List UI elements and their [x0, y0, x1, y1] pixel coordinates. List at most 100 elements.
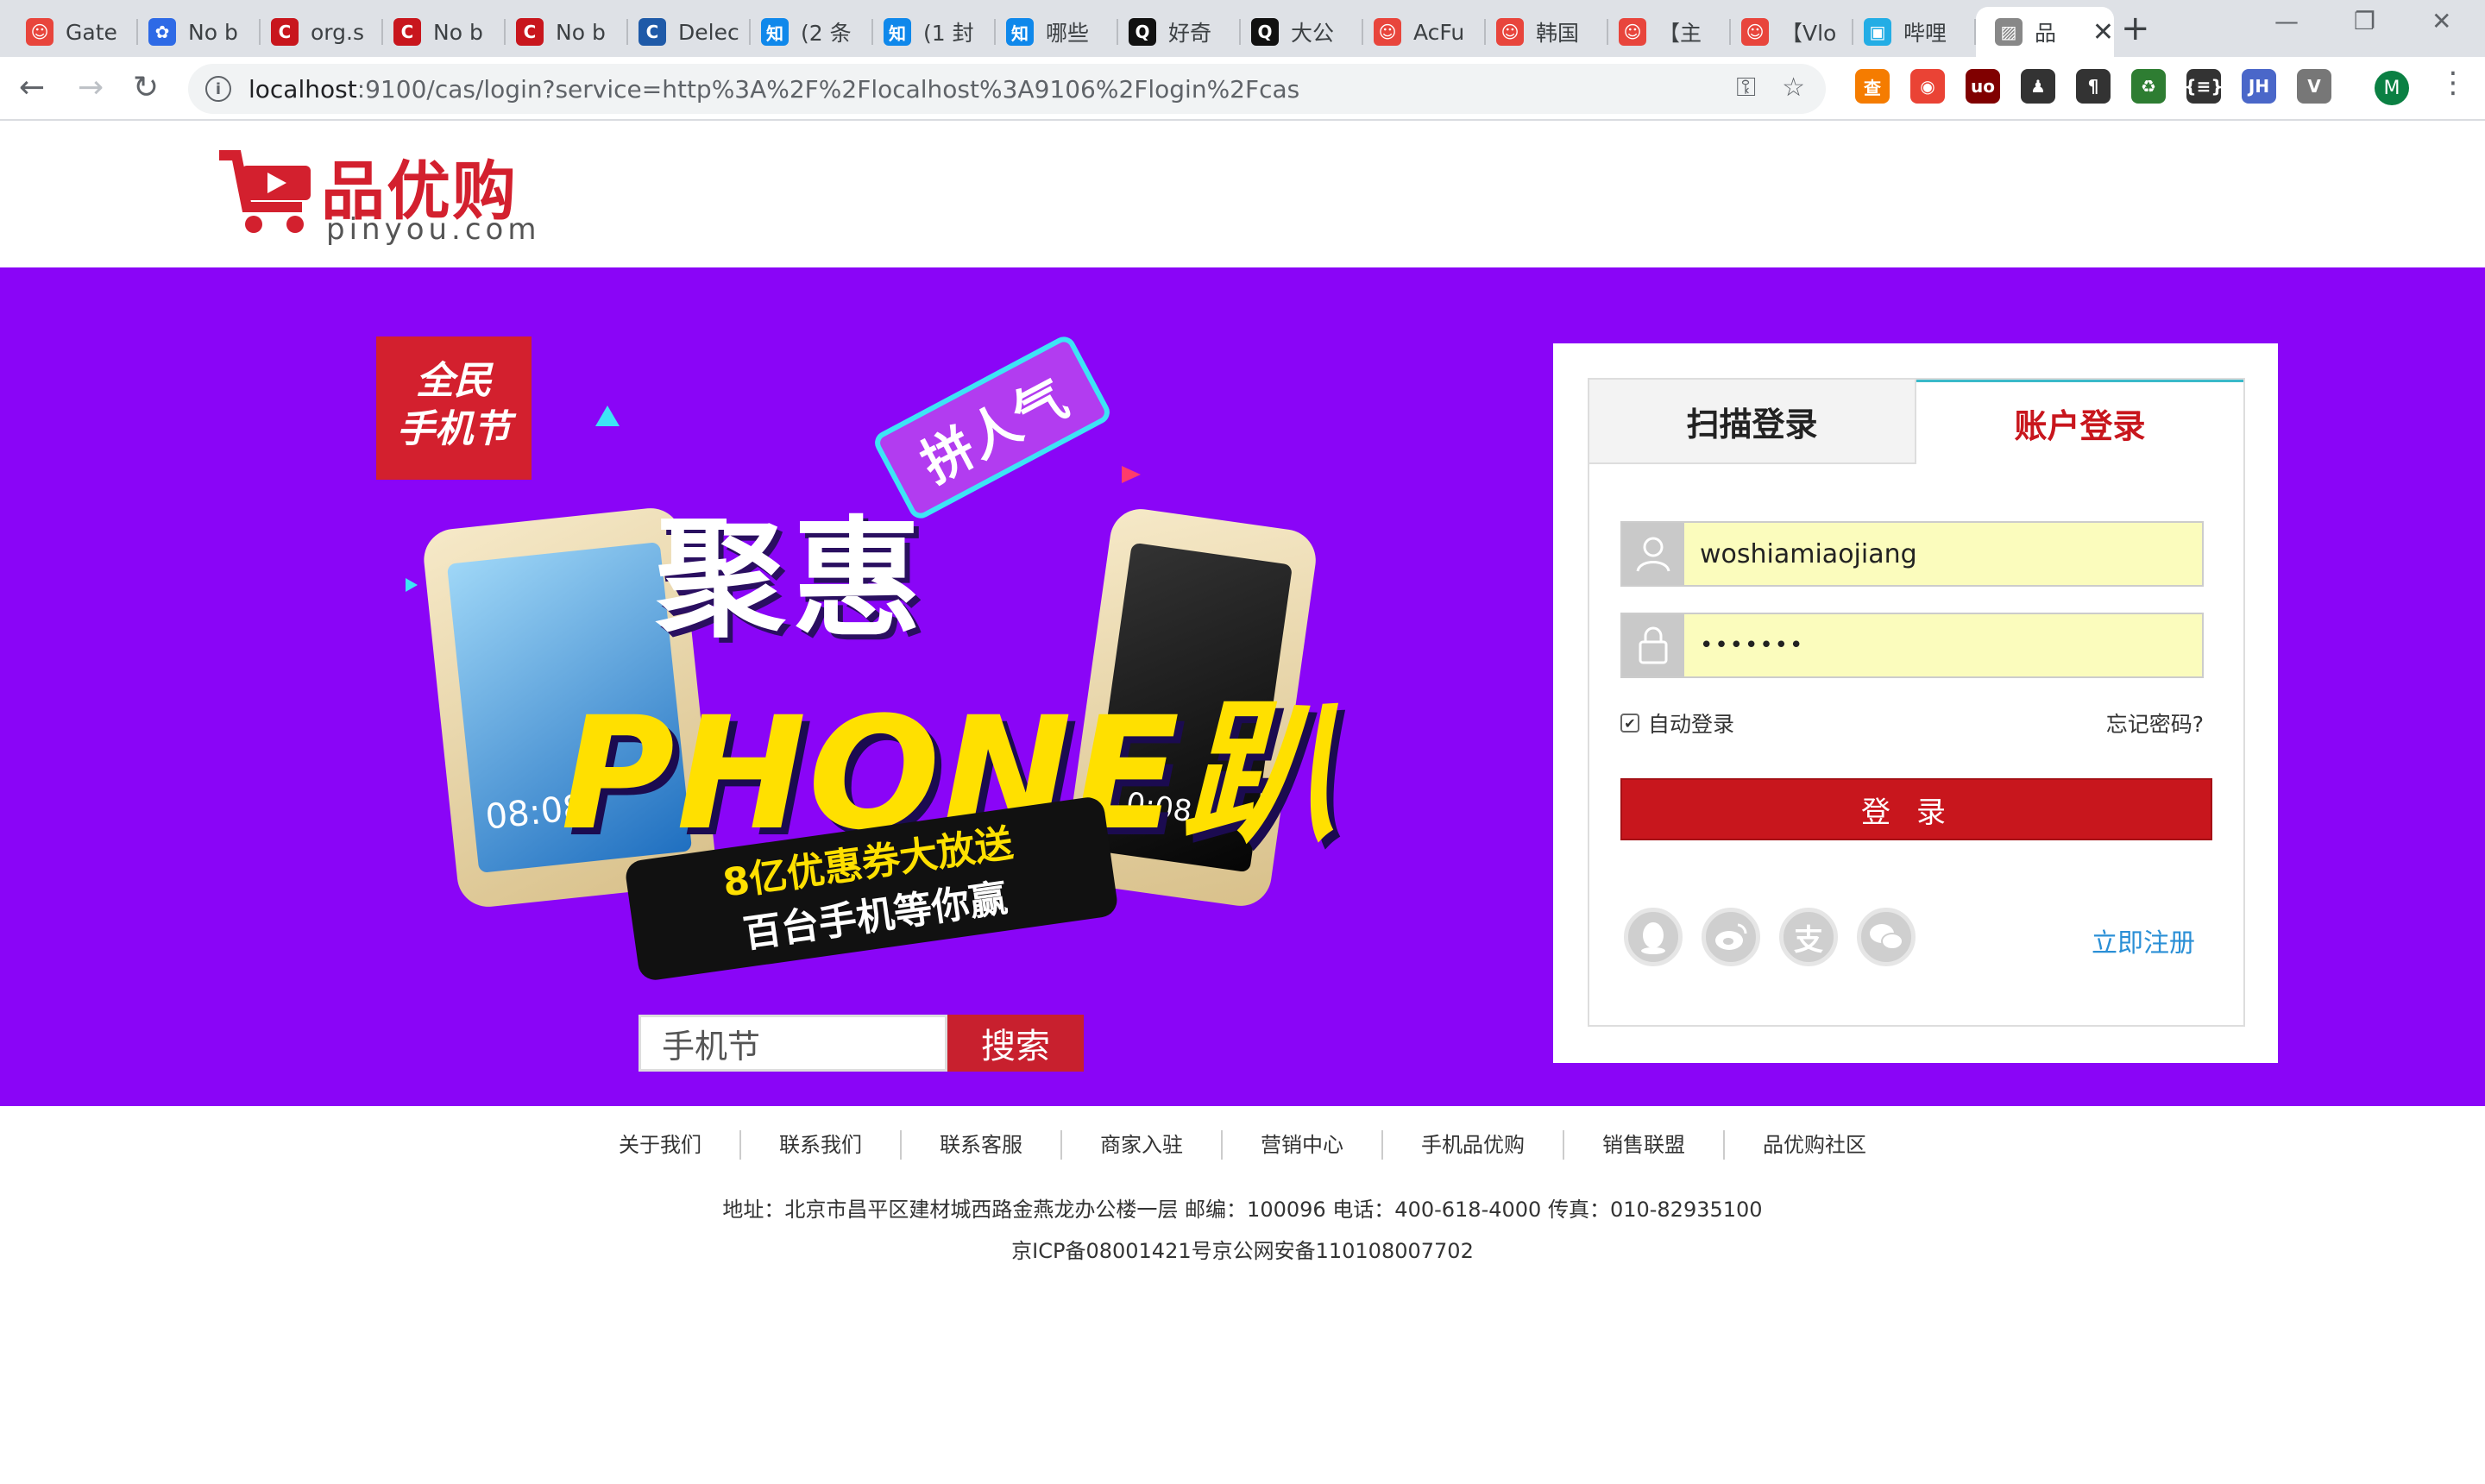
tab-title: Delec [678, 19, 739, 45]
browser-tab[interactable]: C No b [383, 7, 506, 57]
tab-favicon-icon: ☺ [1374, 18, 1401, 46]
tab-favicon-icon: C [639, 18, 666, 46]
cart-logo-icon [219, 150, 311, 233]
browser-tab[interactable]: Q 好奇 [1118, 7, 1241, 57]
browser-menu-icon[interactable]: ⋮ [2438, 66, 2468, 100]
footer-address: 地址：北京市昌平区建材城西路金燕龙办公楼一层 邮编：100096 电话：400-… [722, 1198, 1763, 1222]
wechat-icon[interactable] [1857, 908, 1916, 966]
weibo-icon[interactable] [1702, 908, 1760, 966]
tab-favicon-icon: ☺ [1619, 18, 1646, 46]
brand-domain: pinyou.com [326, 212, 541, 247]
decor-triangle [1122, 466, 1141, 483]
username-field: woshiamiaojiang [1620, 521, 2204, 587]
tab-favicon-icon: Q [1251, 18, 1279, 46]
restore-icon[interactable]: ❐ [2354, 7, 2375, 35]
new-tab-button[interactable]: + [2121, 9, 2150, 48]
browser-tab[interactable]: C Delec [628, 7, 751, 57]
close-window-icon[interactable]: ✕ [2432, 7, 2451, 35]
footer-link[interactable]: 关于我们 [581, 1130, 741, 1160]
browser-tab[interactable]: ☺ 【主 [1608, 7, 1731, 57]
back-icon[interactable]: ← [19, 69, 45, 107]
footer-icp: 京ICP备08001421号京公网安备110108007702 [1011, 1239, 1474, 1263]
browser-tab[interactable]: ☺ AcFu [1363, 7, 1486, 57]
close-tab-icon[interactable]: ✕ [2092, 17, 2114, 47]
footer-link[interactable]: 销售联盟 [1564, 1130, 1725, 1160]
banner-search-button[interactable]: 搜索 [947, 1015, 1084, 1072]
url-path: :9100/cas/login?service=http%3A%2F%2Floc… [356, 74, 1300, 104]
browser-tab[interactable]: 知哪些 [996, 7, 1118, 57]
address-bar[interactable]: i localhost:9100/cas/login?service=http%… [188, 64, 1826, 114]
footer-link[interactable]: 品优购社区 [1725, 1130, 1904, 1160]
promo-banner: 08:08 10:08 全民 手机节 拼人气 聚惠 PHONE趴 8亿优惠券大放… [0, 267, 2485, 1106]
badge-line1: 全民 [416, 359, 492, 403]
browser-tab[interactable]: Q 大公 [1241, 7, 1363, 57]
extension-icon[interactable]: ♻ [2131, 69, 2166, 104]
extension-icon[interactable]: JH [2242, 69, 2276, 104]
extension-icon[interactable]: {≡} [2184, 69, 2224, 104]
extension-icon[interactable]: uo [1966, 69, 2000, 104]
tab-title: 好奇 [1168, 21, 1212, 46]
decor-triangle [406, 578, 418, 592]
username-input[interactable]: woshiamiaojiang [1684, 523, 2202, 585]
tab-favicon-icon: 知 [1006, 18, 1034, 46]
login-button[interactable]: 登录 [1620, 778, 2212, 840]
tab-favicon-icon: ☺ [1741, 18, 1769, 46]
browser-tab[interactable]: ▣ 哔哩 [1853, 7, 1976, 57]
site-header: 品优购 pinyou.com [0, 123, 2485, 267]
tab-favicon-icon: ☺ [1496, 18, 1524, 46]
password-input[interactable]: ••••••• [1684, 614, 2202, 676]
browser-tab[interactable]: ✿ No b [138, 7, 261, 57]
tab-qr-login[interactable]: 扫描登录 [1589, 380, 1916, 464]
extension-icon[interactable]: 查 [1855, 69, 1890, 104]
tab-account-login[interactable]: 账户登录 [1916, 380, 2243, 464]
forgot-password-link[interactable]: 忘记密码? [2106, 707, 2204, 739]
browser-tab[interactable]: ☺ 韩国 [1486, 7, 1608, 57]
remember-me[interactable]: ✔ 自动登录 [1620, 707, 1734, 739]
extension-icon[interactable]: ♟ [2021, 69, 2055, 104]
extension-icon[interactable]: ◉ [1910, 69, 1945, 104]
browser-tab[interactable]: ☺ Gate [16, 7, 138, 57]
alipay-icon[interactable]: 支 [1779, 908, 1838, 966]
browser-tab[interactable]: 知 (1 封 [873, 7, 996, 57]
qq-icon[interactable] [1624, 908, 1683, 966]
tab-favicon-icon: ☺ [26, 18, 53, 46]
tab-title: Gate [66, 19, 117, 45]
tab-title: 哪些 [1046, 21, 1090, 46]
tab-favicon-icon: C [393, 18, 421, 46]
forward-icon[interactable]: → [78, 69, 104, 107]
footer-link[interactable]: 联系客服 [902, 1130, 1062, 1160]
tab-title: (2 条 [801, 21, 852, 46]
url-host: localhost [248, 74, 357, 104]
browser-tab[interactable]: 知 (2 条 [751, 7, 873, 57]
key-icon[interactable]: ⚿ [1736, 72, 1756, 103]
footer-link[interactable]: 营销中心 [1223, 1130, 1383, 1160]
footer-link[interactable]: 商家入驻 [1062, 1130, 1223, 1160]
banner-search-input[interactable]: 手机节 [639, 1015, 947, 1072]
tab-title: No b [556, 19, 606, 45]
tab-favicon-icon: ▣ [1864, 18, 1891, 46]
login-form: 扫描登录 账户登录 woshiamiaojiang ••••••• ✔ 自动登录… [1588, 378, 2245, 1027]
site-info-icon[interactable]: i [205, 76, 231, 102]
bookmark-star-icon[interactable]: ☆ [1782, 72, 1805, 103]
extension-icon[interactable]: V [2297, 69, 2331, 104]
tab-title: No b [433, 19, 483, 45]
remember-checkbox[interactable]: ✔ [1620, 714, 1639, 733]
minimize-icon[interactable]: — [2274, 7, 2299, 35]
browser-tab[interactable]: C No b [506, 7, 628, 57]
register-link[interactable]: 立即注册 [2092, 921, 2195, 959]
tab-title: 【Vlo [1781, 21, 1837, 46]
browser-tab[interactable]: Corg.s [261, 7, 383, 57]
reload-icon[interactable]: ↻ [133, 69, 159, 107]
site-logo[interactable]: 品优购 pinyou.com [214, 140, 536, 252]
tab-active[interactable]: ▨ 品 ✕ [1976, 7, 2114, 57]
footer-link[interactable]: 联系我们 [741, 1130, 902, 1160]
footer-link[interactable]: 手机品优购 [1383, 1130, 1564, 1160]
tab-favicon-icon: C [516, 18, 544, 46]
tab-favicon-icon: Q [1129, 18, 1156, 46]
login-panel: 扫描登录 账户登录 woshiamiaojiang ••••••• ✔ 自动登录… [1553, 343, 2278, 1063]
browser-tab[interactable]: ☺ 【Vlo [1731, 7, 1853, 57]
tab-title: org.s [311, 19, 364, 45]
profile-avatar[interactable]: M [2375, 71, 2409, 105]
promo-artwork[interactable]: 08:08 10:08 全民 手机节 拼人气 聚惠 PHONE趴 8亿优惠券大放… [362, 319, 1398, 1072]
extension-icon[interactable]: ¶ [2076, 69, 2111, 104]
